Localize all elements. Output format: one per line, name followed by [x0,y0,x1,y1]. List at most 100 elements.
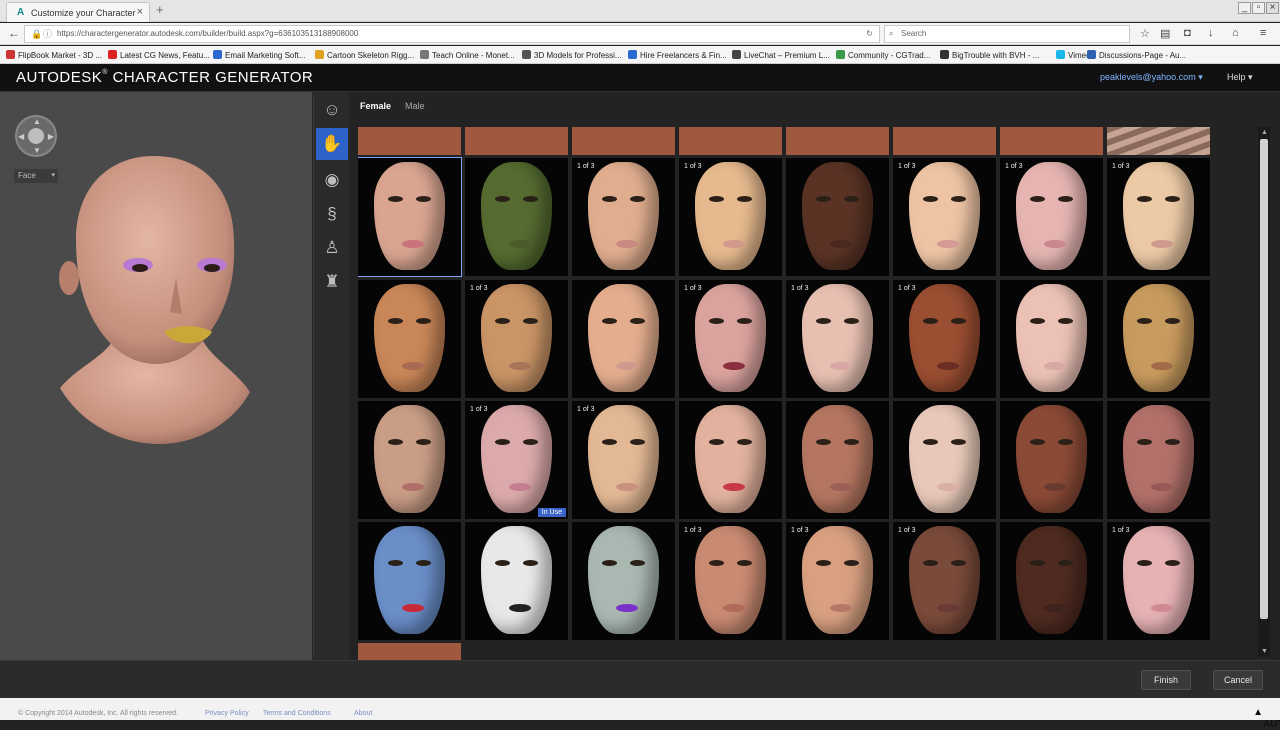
search-input[interactable]: ⌕ Search [884,25,1130,43]
tab-female[interactable]: Female [360,101,391,111]
scrollbar[interactable]: ▲ ▼ [1258,127,1270,657]
skin-preset-tile[interactable]: 1 of 3 [572,158,675,276]
menu-icon[interactable]: ≡ [1260,27,1266,39]
scroll-up-icon[interactable]: ▲ [1261,129,1268,136]
lip-swatch [402,240,424,248]
body-icon[interactable]: ♙ [316,232,348,264]
skin-preset-tile[interactable] [358,401,461,519]
eye-icon[interactable]: ◉ [316,164,348,196]
skin-preset-tile[interactable] [893,127,996,155]
face-thumbnail [1123,162,1194,270]
tab-male[interactable]: Male [405,101,425,111]
bookmark-item[interactable]: Teach Online - Monet... [420,50,515,60]
skin-preset-tile[interactable] [1107,127,1210,155]
user-menu[interactable]: peaklevels@yahoo.com ▾ [1100,72,1203,83]
skin-preset-tile[interactable]: 1 of 3 [572,401,675,519]
bookmark-item[interactable]: Latest CG News, Featu... [108,50,210,60]
bookmark-item[interactable]: Email Marketing Soft... [213,50,305,60]
help-menu[interactable]: Help ▾ [1227,72,1253,83]
close-tab-icon[interactable]: × [137,6,143,18]
finish-button[interactable]: Finish [1141,670,1191,690]
skin-preset-tile[interactable]: 1 of 3 [893,280,996,398]
address-bar[interactable]: ⓘ 🔒 https://charactergenerator.autodesk.… [24,25,880,43]
face-thumbnail [481,405,552,513]
bookmark-favicon-icon [6,50,15,59]
bookmark-item[interactable]: BigTrouble with BVH - ... [940,50,1039,60]
scrollbar-thumb[interactable] [1260,139,1268,619]
download-icon[interactable]: ↓ [1208,27,1214,39]
pocket-icon[interactable]: ◘ [1184,27,1191,39]
face-thumbnail [695,284,766,392]
bookmark-item[interactable]: Hire Freelancers & Fin... [628,50,727,60]
bookmark-item[interactable]: Discussions-Page - Au... [1087,50,1186,60]
bookmark-star-icon[interactable]: ☆ [1140,27,1150,40]
privacy-link[interactable]: Privacy Policy [205,710,249,717]
skin-preset-tile[interactable] [786,401,889,519]
skin-preset-tile[interactable]: 1 of 3 [786,522,889,640]
skin-preset-tile[interactable]: 1 of 3 [893,522,996,640]
skin-preset-tile[interactable] [572,522,675,640]
reading-list-icon[interactable]: ▤ [1160,27,1170,40]
skin-preset-tile[interactable]: 1 of 3 [1000,158,1103,276]
skin-preset-tile[interactable] [893,401,996,519]
bookmark-item[interactable]: Community - CGTrad... [836,50,930,60]
skin-preset-tile[interactable]: 1 of 3 In Use [465,401,568,519]
restore-icon[interactable]: ▫ [1252,2,1265,14]
skin-preset-tile[interactable]: 1 of 3 [679,522,782,640]
skin-preset-tile[interactable] [465,158,568,276]
skin-preset-tile[interactable]: 1 of 3 [1107,158,1210,276]
head-icon[interactable]: ☺ [316,94,348,126]
skin-preset-tile[interactable] [1000,401,1103,519]
skin-preset-tile[interactable]: 1 of 3 [786,280,889,398]
lip-swatch [1151,240,1173,248]
variant-count-label: 1 of 3 [1112,163,1130,170]
app-logo: AUTODESK® CHARACTER GENERATOR [16,69,314,86]
skin-preset-tile[interactable] [1107,280,1210,398]
close-window-icon[interactable]: × [1266,2,1279,14]
bookmark-item[interactable]: Vimeo [1056,50,1091,60]
skin-preset-tile[interactable] [1107,401,1210,519]
skin-preset-tile[interactable] [358,157,462,277]
bookmark-favicon-icon [522,50,531,59]
minimize-icon[interactable]: _ [1238,2,1251,14]
skin-preset-tile[interactable]: 1 of 3 [1107,522,1210,640]
skin-preset-tile[interactable]: 1 of 3 [679,158,782,276]
skin-preset-tile[interactable] [1000,127,1103,155]
home-icon[interactable]: ⌂ [1232,27,1239,39]
skin-preset-tile[interactable] [358,127,461,155]
terms-link[interactable]: Terms and Conditions [263,710,331,717]
skin-preset-tile[interactable] [1000,522,1103,640]
new-tab-button[interactable]: + [156,2,164,17]
bookmark-item[interactable]: 3D Models for Professi... [522,50,622,60]
skin-preset-tile[interactable] [358,643,461,660]
about-link[interactable]: About [354,710,372,717]
bookmark-item[interactable]: FlipBook Market - 3D ... [6,50,102,60]
face-thumbnail [802,162,873,270]
hair-icon[interactable]: § [316,198,348,230]
skin-preset-tile[interactable] [572,280,675,398]
cancel-button[interactable]: Cancel [1213,670,1263,690]
skin-preset-tile[interactable] [1000,280,1103,398]
skin-preset-tile[interactable]: 1 of 3 [465,280,568,398]
clothing-icon[interactable]: ♜ [316,266,348,298]
scroll-down-icon[interactable]: ▼ [1261,648,1268,655]
back-arrow-icon[interactable]: ← [8,26,20,40]
skin-preset-tile[interactable]: 1 of 3 [893,158,996,276]
skin-preset-tile[interactable]: 1 of 3 [679,280,782,398]
character-viewport[interactable]: ▲ ▼ ◀ ▶ Face ▾ [0,92,312,660]
reload-icon[interactable]: ↻ [866,26,873,42]
skin-preset-tile[interactable] [465,127,568,155]
skin-preset-tile[interactable] [358,280,461,398]
skin-preset-tile[interactable] [786,158,889,276]
skin-preset-tile[interactable] [679,401,782,519]
lip-swatch [723,362,745,370]
skin-preset-tile[interactable] [679,127,782,155]
bookmark-item[interactable]: Cartoon Skeleton Rigg... [315,50,414,60]
skin-preset-tile[interactable] [465,522,568,640]
skin-preset-tile[interactable] [786,127,889,155]
skin-preset-tile[interactable] [572,127,675,155]
bookmark-item[interactable]: LiveChat – Premium L... [732,50,830,60]
skin-hand-icon[interactable]: ✋ [316,128,348,160]
browser-tab[interactable]: A Customize your Character × [6,2,150,22]
skin-preset-tile[interactable] [358,522,461,640]
